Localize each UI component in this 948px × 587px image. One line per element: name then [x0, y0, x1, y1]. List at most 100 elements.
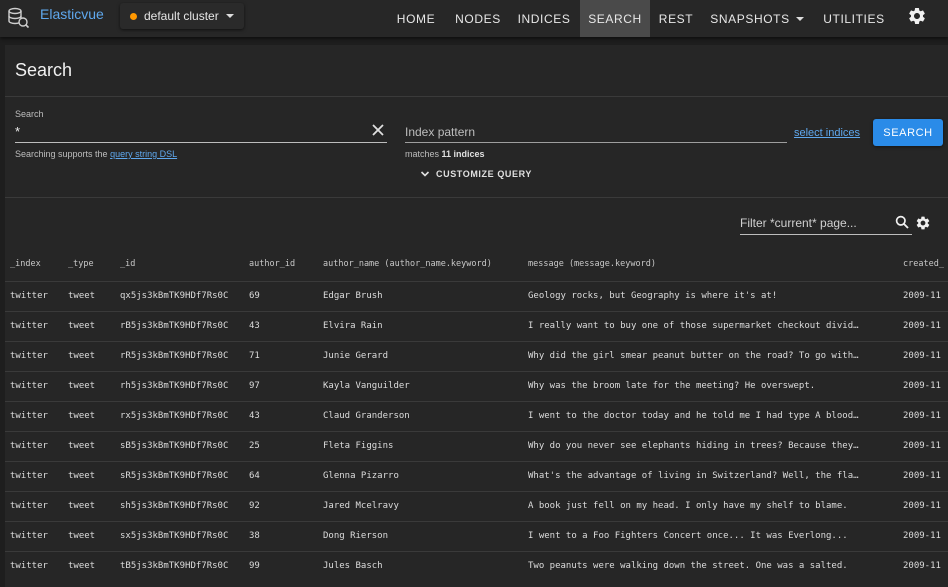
cell-author-id: 43 — [249, 321, 260, 331]
search-icon[interactable] — [895, 215, 909, 229]
column-header-index[interactable]: _index — [10, 259, 41, 269]
table-row[interactable]: twitter tweet tB5js3kBmTK9HDf7Rs0C 99 Jules … — [5, 551, 948, 581]
cell-message: Two peanuts were walking down the street… — [528, 561, 848, 571]
nav-utilities[interactable]: UTILITIES — [816, 0, 892, 37]
cluster-name: default cluster — [144, 9, 219, 23]
cell-author-name: Glenna Pizarro — [323, 471, 399, 481]
cell-index: twitter — [10, 561, 48, 571]
cell-created: 2009-11 — [903, 381, 941, 391]
cell-type: tweet — [68, 351, 96, 361]
cell-author-id: 71 — [249, 351, 260, 361]
cell-author-id: 38 — [249, 531, 260, 541]
column-header-author-name[interactable]: author_name (author_name.keyword) — [323, 259, 492, 269]
divider — [5, 197, 948, 198]
cell-created: 2009-11 — [903, 321, 941, 331]
nav-snapshots[interactable]: SNAPSHOTS — [706, 0, 808, 37]
cell-author-name: Kayla Vanguilder — [323, 381, 410, 391]
table-row[interactable]: twitter tweet sR5js3kBmTK9HDf7Rs0C 64 Glenna… — [5, 461, 948, 491]
nav-nodes[interactable]: NODES — [448, 0, 508, 37]
cell-author-name: Jules Basch — [323, 561, 383, 571]
cell-message: I went to a Foo Fighters Concert once...… — [528, 531, 848, 541]
cell-created: 2009-11 — [903, 501, 941, 511]
cell-index: twitter — [10, 411, 48, 421]
nav-search[interactable]: SEARCH — [580, 0, 650, 37]
nav-indices[interactable]: INDICES — [512, 0, 576, 37]
cell-author-name: Junie Gerard — [323, 351, 389, 361]
cluster-status-dot — [130, 12, 137, 20]
gear-icon[interactable] — [915, 215, 931, 231]
cell-index: twitter — [10, 441, 48, 451]
customize-query-toggle[interactable]: CUSTOMIZE QUERY — [420, 169, 532, 179]
cell-message: Why was the broom late for the meeting? … — [528, 381, 816, 391]
cluster-selector[interactable]: default cluster — [120, 3, 244, 29]
cell-message: What's the advantage of living in Switze… — [528, 471, 859, 481]
cell-id: rB5js3kBmTK9HDf7Rs0C — [120, 321, 229, 331]
table-row[interactable]: twitter tweet qx5js3kBmTK9HDf7Rs0C 69 Edgar … — [5, 281, 948, 311]
gear-icon[interactable] — [907, 6, 927, 26]
cell-author-id: 99 — [249, 561, 260, 571]
table-row[interactable]: twitter tweet rh5js3kBmTK9HDf7Rs0C 97 Kayla … — [5, 371, 948, 401]
cell-type: tweet — [68, 471, 96, 481]
index-matches: matches 11 indices — [405, 149, 485, 159]
index-pattern-input[interactable] — [405, 121, 787, 143]
cell-id: qx5js3kBmTK9HDf7Rs0C — [120, 291, 229, 301]
cell-message: I went to the doctor today and he told m… — [528, 411, 859, 421]
cell-id: sR5js3kBmTK9HDf7Rs0C — [120, 471, 229, 481]
cell-index: twitter — [10, 351, 48, 361]
app-bar: Elasticvue default cluster HOME NODES IN… — [0, 0, 948, 37]
table-row[interactable]: twitter tweet sh5js3kBmTK9HDf7Rs0C 92 Jared … — [5, 491, 948, 521]
cell-author-name: Claud Granderson — [323, 411, 410, 421]
cell-author-id: 43 — [249, 411, 260, 421]
search-hint: Searching supports the query string DSL — [15, 149, 178, 159]
cell-id: rR5js3kBmTK9HDf7Rs0C — [120, 351, 229, 361]
filter-page-input[interactable] — [740, 211, 912, 235]
cell-index: twitter — [10, 321, 48, 331]
cell-type: tweet — [68, 321, 96, 331]
app-title[interactable]: Elasticvue — [40, 6, 104, 22]
search-input[interactable] — [15, 121, 387, 143]
column-header-author-id[interactable]: author_id — [249, 259, 295, 269]
cell-type: tweet — [68, 381, 96, 391]
cell-message: A book just fell on my head. I only have… — [528, 501, 848, 511]
column-header-created[interactable]: created_ — [903, 259, 948, 269]
cell-created: 2009-11 — [903, 531, 941, 541]
table-row[interactable]: twitter tweet rx5js3kBmTK9HDf7Rs0C 43 Claud … — [5, 401, 948, 431]
cell-id: rx5js3kBmTK9HDf7Rs0C — [120, 411, 229, 421]
table-row[interactable]: twitter tweet sx5js3kBmTK9HDf7Rs0C 38 Dong R… — [5, 521, 948, 551]
cell-id: rh5js3kBmTK9HDf7Rs0C — [120, 381, 229, 391]
chevron-down-icon — [420, 171, 430, 177]
divider — [5, 96, 948, 97]
search-card: Search Search Searching supports the que… — [5, 45, 948, 587]
cell-index: twitter — [10, 291, 48, 301]
cell-id: sB5js3kBmTK9HDf7Rs0C — [120, 441, 229, 451]
cell-type: tweet — [68, 411, 96, 421]
cell-index: twitter — [10, 381, 48, 391]
chevron-down-icon — [795, 16, 804, 21]
elasticvue-logo-icon — [8, 7, 29, 29]
query-string-dsl-link[interactable]: query string DSL — [110, 149, 177, 159]
cell-message: I really want to buy one of those superm… — [528, 321, 859, 331]
cell-author-name: Fleta Figgins — [323, 441, 394, 451]
search-field-label: Search — [15, 109, 44, 119]
cell-author-id: 97 — [249, 381, 260, 391]
cell-author-name: Dong Rierson — [323, 531, 389, 541]
cell-message: Why did the girl smear peanut butter on … — [528, 351, 859, 361]
cell-created: 2009-11 — [903, 291, 941, 301]
page-title: Search — [15, 60, 73, 80]
select-indices-link[interactable]: select indices — [794, 127, 860, 139]
nav-home[interactable]: HOME — [388, 0, 444, 37]
column-header-type[interactable]: _type — [68, 259, 94, 269]
cell-author-id: 25 — [249, 441, 260, 451]
cell-author-id: 69 — [249, 291, 260, 301]
cell-type: tweet — [68, 501, 96, 511]
column-header-id[interactable]: _id — [120, 259, 135, 269]
close-icon[interactable] — [371, 123, 385, 137]
cell-created: 2009-11 — [903, 411, 941, 421]
nav-rest[interactable]: REST — [654, 0, 698, 37]
search-button[interactable]: SEARCH — [873, 119, 943, 146]
cell-index: twitter — [10, 471, 48, 481]
table-row[interactable]: twitter tweet rR5js3kBmTK9HDf7Rs0C 71 Junie … — [5, 341, 948, 371]
column-header-message[interactable]: message (message.keyword) — [528, 259, 656, 269]
table-row[interactable]: twitter tweet sB5js3kBmTK9HDf7Rs0C 25 Fleta … — [5, 431, 948, 461]
table-row[interactable]: twitter tweet rB5js3kBmTK9HDf7Rs0C 43 Elvira… — [5, 311, 948, 341]
